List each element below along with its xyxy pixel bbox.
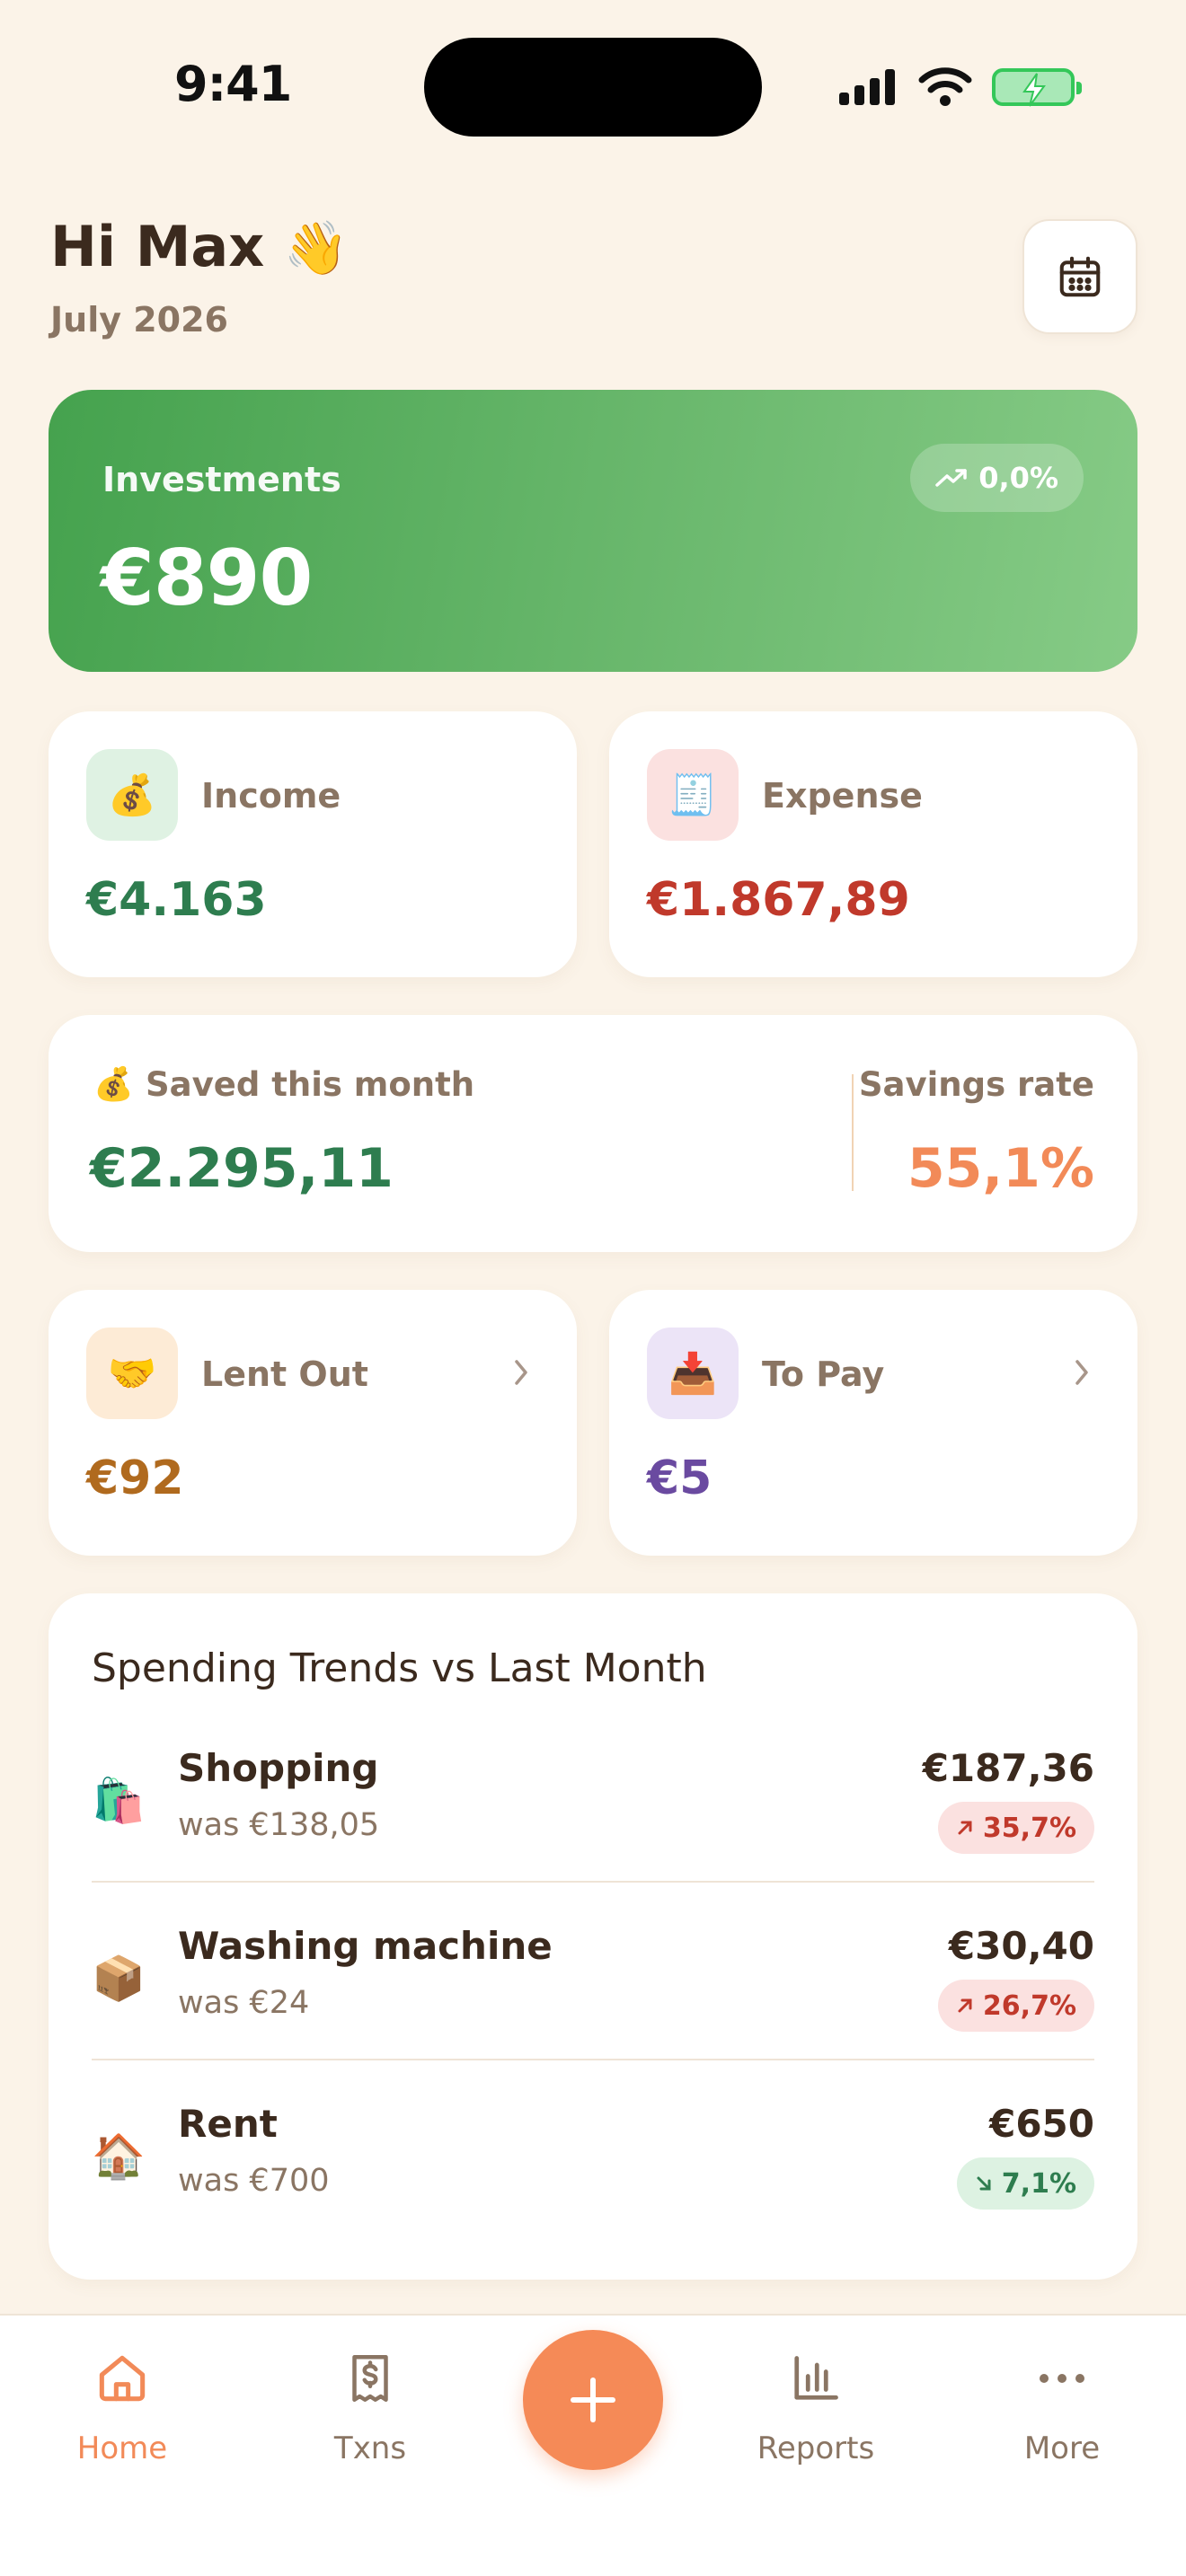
trend-previous: was €138,05 <box>178 1807 380 1843</box>
investments-card[interactable]: Investments €890 0,0% <box>49 390 1137 672</box>
saved-value: €2.295,11 <box>90 1137 394 1200</box>
bar-chart-icon <box>794 2356 838 2400</box>
money-bag-icon: 💰 <box>93 1066 134 1103</box>
calendar-button[interactable] <box>1022 219 1137 334</box>
calendar-icon <box>1059 256 1101 297</box>
more-dots-icon <box>1040 2374 1084 2383</box>
receipt-dollar-icon <box>352 2355 388 2402</box>
trend-change-badge: 26,7% <box>937 1980 1094 2032</box>
plus-icon <box>571 2378 615 2422</box>
shopping-bags-icon: 🛍️ <box>92 1776 146 1826</box>
waving-hand-icon: 👋 <box>283 217 350 278</box>
expense-card[interactable]: 🧾 Expense €1.867,89 <box>609 711 1137 977</box>
investments-change-badge: 0,0% <box>910 444 1084 512</box>
trend-row-washing-machine[interactable]: 📦 Washing machine was €24 €30,40 26,7% <box>92 1899 1094 2077</box>
savings-rate-value: 55,1% <box>907 1137 1094 1200</box>
chevron-right-icon <box>515 1360 527 1385</box>
investments-value: €890 <box>101 534 313 623</box>
trend-change-value: 35,7% <box>982 1812 1076 1844</box>
row-divider <box>92 1881 1094 1883</box>
add-transaction-button[interactable] <box>523 2330 663 2470</box>
trend-previous: was €24 <box>178 1985 310 2021</box>
spending-trends-card: Spending Trends vs Last Month 🛍️ Shoppin… <box>49 1593 1137 2280</box>
dynamic-island <box>424 38 762 137</box>
money-bag-icon: 💰 <box>86 749 178 841</box>
receipt-icon: 🧾 <box>647 749 739 841</box>
income-card[interactable]: 💰 Income €4.163 <box>49 711 577 977</box>
trend-change-value: 7,1% <box>1001 2167 1076 2200</box>
saved-label: Saved this month <box>146 1065 475 1104</box>
trend-name: Washing machine <box>178 1924 553 1968</box>
savings-divider <box>852 1074 854 1191</box>
trend-row-shopping[interactable]: 🛍️ Shopping was €138,05 €187,36 35,7% <box>92 1721 1094 1899</box>
savings-card: 💰 Saved this month €2.295,11 Savings rat… <box>49 1015 1137 1252</box>
trend-amount: €650 <box>989 2102 1094 2146</box>
income-label: Income <box>201 776 341 816</box>
spending-trends-title: Spending Trends vs Last Month <box>92 1645 707 1691</box>
status-bar: 9:41 <box>0 0 1186 171</box>
nav-reports[interactable]: Reports <box>726 2342 906 2466</box>
income-value: €4.163 <box>86 873 267 927</box>
handshake-icon: 🤝 <box>86 1328 178 1419</box>
greeting: Hi Max 👋 <box>50 214 349 279</box>
trend-previous: was €700 <box>178 2163 330 2199</box>
investments-change-value: 0,0% <box>978 461 1058 495</box>
home-icon <box>99 2355 146 2402</box>
bottom-navigation: Home Txns Reports More <box>0 2314 1186 2576</box>
greeting-text: Hi Max <box>50 214 265 279</box>
house-icon: 🏠 <box>92 2131 146 2182</box>
to-pay-value: €5 <box>647 1451 712 1505</box>
investments-label: Investments <box>102 460 341 499</box>
lent-out-value: €92 <box>86 1451 184 1505</box>
lent-out-card[interactable]: 🤝 Lent Out €92 <box>49 1290 577 1556</box>
nav-transactions[interactable]: Txns <box>280 2342 460 2466</box>
trend-up-icon <box>935 469 967 487</box>
status-time: 9:41 <box>174 56 292 112</box>
nav-home-label: Home <box>76 2430 168 2466</box>
trend-change-value: 26,7% <box>982 1989 1076 2022</box>
nav-home[interactable]: Home <box>32 2342 212 2466</box>
inbox-tray-icon: 📥 <box>647 1328 739 1419</box>
trend-change-badge: 35,7% <box>937 1802 1094 1854</box>
nav-reports-label: Reports <box>757 2430 875 2466</box>
status-icons <box>839 65 1082 110</box>
current-month: July 2026 <box>50 300 228 340</box>
trend-row-rent[interactable]: 🏠 Rent was €700 €650 7,1% <box>92 2077 1094 2254</box>
battery-icon <box>992 68 1082 107</box>
trend-change-badge: 7,1% <box>956 2157 1094 2210</box>
trend-name: Shopping <box>178 1746 379 1790</box>
arrow-up-right-icon <box>958 1821 972 1835</box>
trend-amount: €30,40 <box>948 1924 1094 1968</box>
chevron-right-icon <box>1075 1360 1088 1385</box>
package-icon: 📦 <box>92 1954 146 2004</box>
arrow-up-right-icon <box>958 1998 972 2013</box>
lent-out-label: Lent Out <box>201 1354 368 1394</box>
to-pay-card[interactable]: 📥 To Pay €5 <box>609 1290 1137 1556</box>
signal-icon <box>839 69 895 105</box>
trend-name: Rent <box>178 2102 278 2146</box>
savings-rate-label: Savings rate <box>858 1065 1094 1104</box>
nav-more[interactable]: More <box>972 2342 1152 2466</box>
to-pay-label: To Pay <box>762 1354 885 1394</box>
nav-transactions-label: Txns <box>333 2430 407 2466</box>
trend-amount: €187,36 <box>922 1746 1094 1790</box>
nav-more-label: More <box>1023 2430 1101 2466</box>
arrow-down-right-icon <box>977 2176 991 2191</box>
wifi-icon <box>918 67 972 106</box>
expense-value: €1.867,89 <box>647 873 910 927</box>
expense-label: Expense <box>762 776 923 816</box>
row-divider <box>92 2059 1094 2060</box>
